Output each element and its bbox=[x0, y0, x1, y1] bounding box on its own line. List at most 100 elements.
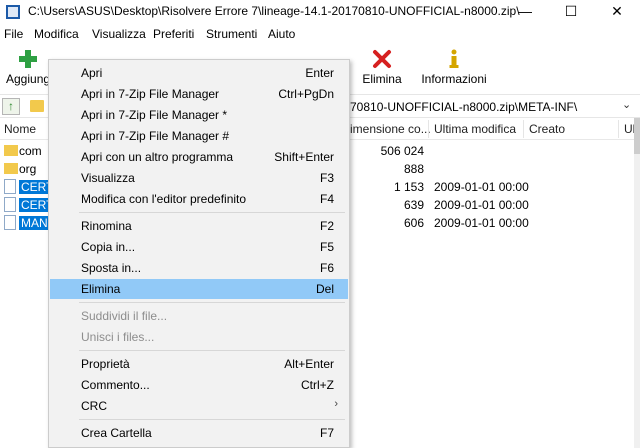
delete-x-icon bbox=[373, 50, 391, 68]
menu-item-label: Copia in... bbox=[81, 240, 136, 254]
menu-item-shortcut: F3 bbox=[319, 171, 334, 185]
file-name: MAN bbox=[19, 216, 50, 230]
menu-favorites[interactable]: Preferiti bbox=[153, 27, 194, 41]
minimize-button[interactable]: — bbox=[502, 0, 548, 24]
chevron-down-icon[interactable]: ⌄ bbox=[622, 98, 631, 111]
file-size: 606 bbox=[403, 216, 424, 230]
plus-icon bbox=[19, 50, 37, 68]
menu-item-rename[interactable]: Rinomina F2 bbox=[50, 216, 348, 236]
menu-item-open-inside-star[interactable]: Apri in 7-Zip File Manager * bbox=[50, 105, 348, 125]
file-size: 639 bbox=[403, 198, 424, 212]
folder-icon bbox=[4, 145, 18, 156]
column-divider[interactable] bbox=[618, 120, 619, 138]
menu-item-label: CRC bbox=[81, 399, 107, 413]
scroll-thumb[interactable] bbox=[634, 118, 640, 154]
menu-item-label: Apri in 7-Zip File Manager # bbox=[81, 129, 230, 143]
menu-item-label: Crea Cartella bbox=[81, 426, 152, 440]
app-icon bbox=[6, 5, 20, 19]
menu-item-shortcut: F2 bbox=[319, 219, 334, 233]
menu-item-shortcut: Alt+Enter bbox=[284, 357, 334, 371]
menu-help[interactable]: Aiuto bbox=[268, 27, 295, 41]
menu-item-label: Apri in 7-Zip File Manager bbox=[81, 87, 220, 101]
menu-item-shortcut: Shift+Enter bbox=[274, 150, 334, 164]
menu-item-shortcut: F7 bbox=[319, 426, 334, 440]
info-button[interactable]: Informazioni bbox=[420, 48, 488, 86]
vertical-scrollbar[interactable] bbox=[634, 118, 640, 448]
menu-separator bbox=[79, 419, 345, 420]
menu-item-shortcut: Ctrl+Z bbox=[301, 378, 334, 392]
folder-icon bbox=[4, 163, 18, 174]
menu-item-label: Suddividi il file... bbox=[81, 309, 168, 323]
menu-item-delete[interactable]: Elimina Del bbox=[50, 279, 348, 299]
file-name: com bbox=[19, 144, 42, 158]
menu-file[interactable]: File bbox=[4, 27, 23, 41]
column-created[interactable]: Creato bbox=[529, 122, 565, 136]
menu-item-shortcut: Enter bbox=[305, 66, 334, 80]
menu-item-view[interactable]: Visualizza F3 bbox=[50, 168, 348, 188]
menu-item-comment[interactable]: Commento... Ctrl+Z bbox=[50, 375, 348, 395]
info-icon bbox=[449, 49, 459, 68]
file-size: 888 bbox=[403, 162, 424, 176]
menu-item-open-with[interactable]: Apri con un altro programma Shift+Enter bbox=[50, 147, 348, 167]
menu-item-label: Unisci i files... bbox=[81, 330, 155, 344]
info-label: Informazioni bbox=[421, 72, 487, 86]
maximize-button[interactable]: ☐ bbox=[548, 0, 594, 24]
title-bar: C:\Users\ASUS\Desktop\Risolvere Errore 7… bbox=[0, 0, 640, 24]
menu-item-shortcut: F5 bbox=[319, 240, 334, 254]
menu-item-shortcut: Ctrl+PgDn bbox=[278, 87, 334, 101]
menu-item-label: Modifica con l'editor predefinito bbox=[81, 192, 247, 206]
menu-item-label: Apri con un altro programma bbox=[81, 150, 234, 164]
file-modified: 2009-01-01 00:00 bbox=[434, 198, 529, 212]
menu-item-move-to[interactable]: Sposta in... F6 bbox=[50, 258, 348, 278]
menu-item-shortcut: F6 bbox=[319, 261, 334, 275]
menu-item-label: Apri bbox=[81, 66, 103, 80]
file-name: org bbox=[19, 162, 37, 176]
column-size[interactable]: imensione co... bbox=[350, 122, 431, 136]
menu-item-create-folder[interactable]: Crea Cartella F7 bbox=[50, 423, 348, 443]
file-icon bbox=[4, 197, 16, 212]
menu-item-split: Suddividi il file... bbox=[50, 306, 348, 326]
file-size: 506 024 bbox=[380, 144, 424, 158]
menu-tools[interactable]: Strumenti bbox=[206, 27, 257, 41]
window-title: C:\Users\ASUS\Desktop\Risolvere Errore 7… bbox=[28, 4, 520, 18]
column-divider[interactable] bbox=[428, 120, 429, 138]
menu-item-shortcut: F4 bbox=[319, 192, 334, 206]
menu-item-properties[interactable]: Proprietà Alt+Enter bbox=[50, 354, 348, 374]
menu-separator bbox=[79, 302, 345, 303]
menu-bar: File Modifica Visualizza Preferiti Strum… bbox=[0, 24, 640, 44]
menu-item-label: Sposta in... bbox=[81, 261, 142, 275]
add-button[interactable]: Aggiungi bbox=[6, 48, 53, 86]
delete-label: Elimina bbox=[362, 72, 402, 86]
menu-item-combine: Unisci i files... bbox=[50, 327, 348, 347]
close-button[interactable]: ✕ bbox=[594, 0, 640, 24]
submenu-arrow-icon: › bbox=[334, 398, 338, 410]
menu-item-label: Commento... bbox=[81, 378, 150, 392]
file-modified: 2009-01-01 00:00 bbox=[434, 216, 529, 230]
file-icon bbox=[4, 179, 16, 194]
delete-button[interactable]: Elimina bbox=[360, 48, 404, 86]
add-label: Aggiungi bbox=[6, 72, 53, 86]
file-size: 1 153 bbox=[393, 180, 424, 194]
file-modified: 2009-01-01 00:00 bbox=[434, 180, 529, 194]
context-menu: Apri Enter Apri in 7-Zip File Manager Ct… bbox=[48, 59, 350, 448]
menu-item-shortcut: Del bbox=[315, 282, 334, 296]
menu-edit[interactable]: Modifica bbox=[34, 27, 79, 41]
menu-item-label: Visualizza bbox=[81, 171, 135, 185]
menu-item-edit[interactable]: Modifica con l'editor predefinito F4 bbox=[50, 189, 348, 209]
menu-item-open-inside[interactable]: Apri in 7-Zip File Manager Ctrl+PgDn bbox=[50, 84, 348, 104]
menu-item-open[interactable]: Apri Enter bbox=[50, 63, 348, 83]
menu-view[interactable]: Visualizza bbox=[92, 27, 146, 41]
up-folder-button[interactable]: ↑ bbox=[2, 98, 20, 115]
menu-separator bbox=[79, 350, 345, 351]
menu-item-crc[interactable]: CRC › bbox=[50, 396, 348, 416]
address-input[interactable]: 70810-UNOFFICIAL-n8000.zip\META-INF\ bbox=[350, 100, 618, 114]
column-modified[interactable]: Ultima modifica bbox=[434, 122, 516, 136]
folder-icon bbox=[30, 100, 44, 112]
file-icon bbox=[4, 215, 16, 230]
menu-item-label: Apri in 7-Zip File Manager * bbox=[81, 108, 228, 122]
menu-item-label: Rinomina bbox=[81, 219, 132, 233]
column-divider[interactable] bbox=[523, 120, 524, 138]
column-name[interactable]: Nome bbox=[4, 122, 36, 136]
menu-item-open-inside-hash[interactable]: Apri in 7-Zip File Manager # bbox=[50, 126, 348, 146]
menu-item-copy-to[interactable]: Copia in... F5 bbox=[50, 237, 348, 257]
